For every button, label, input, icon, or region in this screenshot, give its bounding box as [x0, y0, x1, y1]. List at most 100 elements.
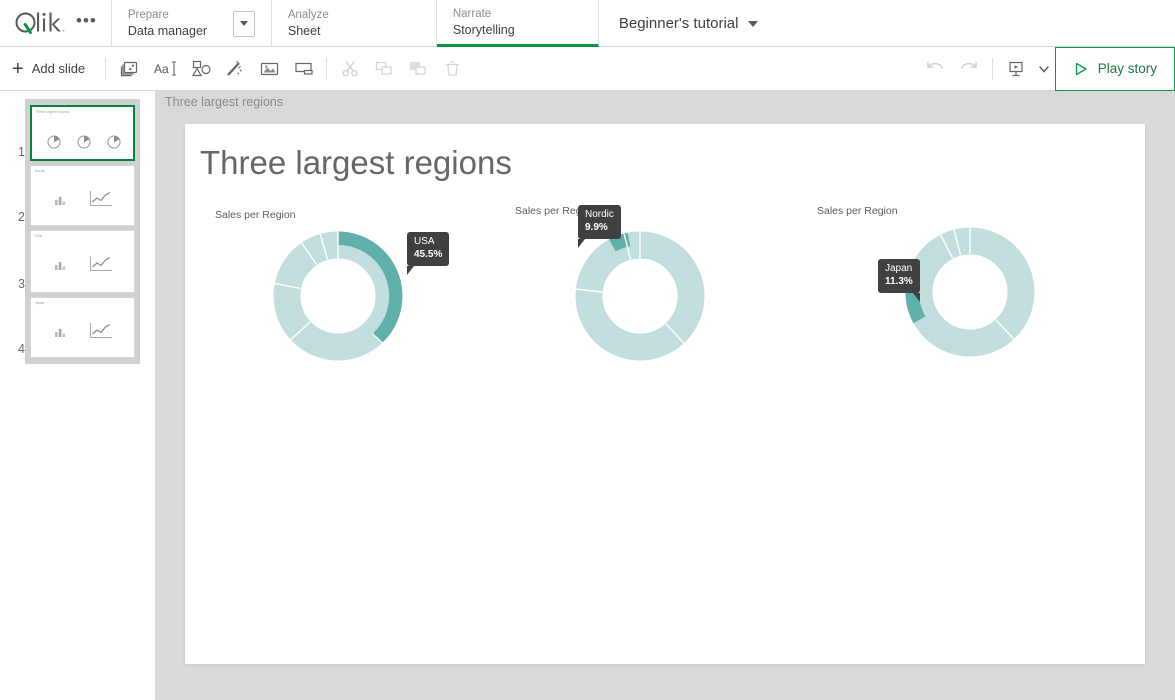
nav-section-narrate[interactable]: Narrate Storytelling	[437, 0, 599, 47]
chart-title: Sales per Region	[215, 209, 503, 221]
donut-holder: Japan 11.3%	[815, 217, 1115, 367]
nav-kicker-narrate: Narrate	[453, 8, 582, 20]
slide-thumbnail-title: USA	[35, 234, 42, 238]
tooltip-label: Japan	[885, 263, 913, 276]
svg-text:Aa: Aa	[154, 62, 169, 76]
donut-chart-icon	[815, 217, 1115, 367]
shapes-icon[interactable]	[184, 52, 218, 86]
chart-title: Sales per Region	[515, 205, 803, 217]
donut-chart-icon	[213, 221, 503, 371]
more-options-icon[interactable]: •••	[76, 16, 97, 32]
chart-title: Sales per Region	[817, 205, 1115, 217]
tooltip-japan: Japan 11.3%	[878, 259, 920, 293]
qlik-sense-storytelling-app: ••• Prepare Data manager Analyze Sheet N…	[0, 0, 1175, 700]
top-navigation-bar: ••• Prepare Data manager Analyze Sheet N…	[0, 0, 1175, 47]
line-chart-icon	[88, 189, 114, 209]
cut-icon[interactable]	[333, 52, 367, 86]
nav-title-storytelling: Storytelling	[453, 23, 582, 37]
thumbnail-content	[31, 178, 135, 220]
thumbnail-content	[31, 243, 135, 285]
bar-chart-icon	[53, 192, 68, 207]
slide-thumbnail-title: Nordic	[35, 169, 45, 173]
app-title-dropdown[interactable]: Beginner's tutorial	[599, 0, 779, 47]
donut-holder: Nordic 9.9%	[513, 217, 803, 367]
tooltip-usa: USA 45.5%	[407, 232, 449, 266]
slide-row: 3 USA	[30, 229, 135, 293]
chart-usa[interactable]: Sales per Region	[213, 209, 503, 371]
nav-kicker-analyze: Analyze	[288, 9, 420, 21]
paste-icon[interactable]	[401, 52, 435, 86]
slide-thumbnail-panel: 1 Three largest regions	[0, 91, 155, 700]
nav-section-analyze[interactable]: Analyze Sheet	[272, 0, 437, 47]
app-title: Beginner's tutorial	[619, 15, 739, 32]
donut-chart-icon	[513, 217, 803, 367]
slide-thumbnail-1[interactable]: Three largest regions	[30, 105, 135, 161]
present-options-dropdown[interactable]	[1033, 52, 1055, 86]
canvas-area: Three largest regions Three largest regi…	[155, 91, 1175, 700]
slide-thumbnail-3[interactable]: USA	[30, 230, 135, 293]
tooltip-value: 9.9%	[585, 222, 614, 235]
tooltip-nordic: Nordic 9.9%	[578, 205, 621, 239]
nav-kicker-prepare: Prepare	[128, 9, 207, 21]
line-chart-icon	[88, 254, 114, 274]
workspace: 1 Three largest regions	[0, 91, 1175, 700]
slide-list: 1 Three largest regions	[25, 99, 140, 364]
slide-thumbnail-title: Three largest regions	[36, 110, 69, 114]
tooltip-tail	[913, 293, 920, 302]
qlik-logo[interactable]	[14, 11, 66, 37]
tooltip-label: Nordic	[585, 209, 614, 222]
sheet-link-icon[interactable]	[286, 52, 320, 86]
delete-icon[interactable]	[435, 52, 469, 86]
toolbar-divider	[992, 58, 993, 80]
logo-block: •••	[0, 0, 112, 47]
nav-section-prepare[interactable]: Prepare Data manager	[112, 0, 272, 47]
thumbnail-content	[32, 121, 135, 161]
donut-holder: USA 45.5%	[213, 221, 503, 371]
slide-thumbnail-4[interactable]: Japan	[30, 297, 135, 358]
pie-chart-icon	[106, 133, 123, 150]
tooltip-value: 11.3%	[885, 276, 913, 289]
slide-thumbnail-2[interactable]: Nordic	[30, 165, 135, 226]
slide-row: 4 Japan	[30, 296, 135, 358]
qlik-logo-icon	[14, 11, 66, 37]
media-library-icon[interactable]	[252, 52, 286, 86]
toolbar-divider	[326, 58, 327, 80]
plus-icon: +	[12, 59, 24, 79]
redo-icon[interactable]	[952, 52, 986, 86]
present-icon[interactable]	[999, 52, 1033, 86]
tooltip-label: USA	[414, 236, 442, 249]
slide-row: 1 Three largest regions	[30, 105, 135, 161]
slide-row: 2 Nordic	[30, 164, 135, 226]
pie-chart-icon	[46, 133, 63, 150]
thumbnail-content	[31, 310, 135, 352]
snapshot-library-icon[interactable]	[112, 52, 146, 86]
text-icon[interactable]: Aa	[146, 52, 184, 86]
nav-title-data-manager: Data manager	[128, 24, 207, 38]
bar-chart-icon	[53, 257, 68, 272]
breadcrumb: Three largest regions	[165, 95, 283, 109]
slide-number: 1	[7, 145, 25, 159]
page-title: Three largest regions	[200, 144, 512, 182]
effects-icon[interactable]	[218, 52, 252, 86]
chart-japan[interactable]: Sales per Region	[815, 205, 1115, 367]
undo-icon[interactable]	[918, 52, 952, 86]
chart-nordic[interactable]: Sales per Region	[513, 205, 803, 367]
play-icon	[1073, 61, 1089, 77]
tooltip-value: 45.5%	[414, 249, 442, 262]
line-chart-icon	[88, 321, 114, 341]
tooltip-tail	[407, 266, 414, 275]
add-slide-label: Add slide	[32, 61, 85, 76]
nav-title-sheet: Sheet	[288, 24, 420, 38]
tooltip-tail	[578, 239, 585, 248]
play-story-button[interactable]: Play story	[1055, 47, 1175, 91]
chevron-down-icon	[240, 21, 248, 26]
pie-chart-icon	[76, 133, 93, 150]
slide-canvas[interactable]: Three largest regions Sales per Region	[185, 124, 1145, 664]
slide-thumbnail-title: Japan	[35, 301, 44, 305]
bar-chart-icon	[53, 324, 68, 339]
prepare-dropdown-button[interactable]	[233, 11, 255, 37]
copy-icon[interactable]	[367, 52, 401, 86]
slide-number: 2	[7, 210, 25, 224]
slide-number: 3	[7, 277, 25, 291]
add-slide-button[interactable]: + Add slide	[0, 47, 99, 91]
